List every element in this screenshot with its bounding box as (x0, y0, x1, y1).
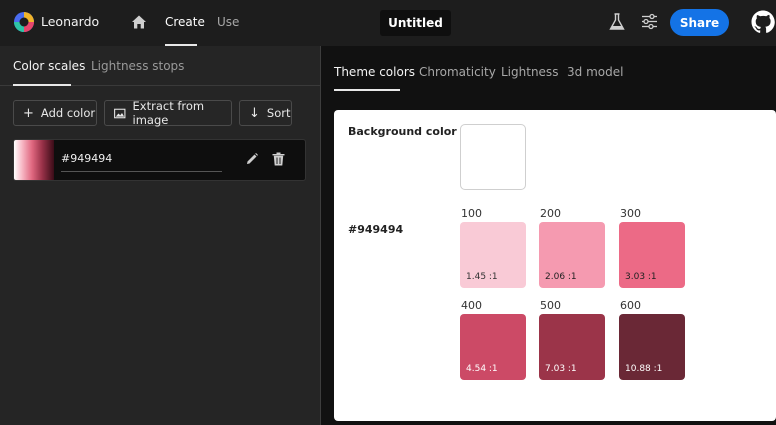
contrast-ratio: 2.06 :1 (545, 272, 577, 282)
pencil-icon[interactable] (245, 152, 259, 166)
sort-button[interactable]: ↓ Sort (239, 100, 292, 126)
color-swatch[interactable]: 7.03 :1 (539, 314, 605, 380)
nav-tab-create[interactable]: Create (165, 15, 205, 29)
top-bar: Leonardo Create Use Untitled Share (0, 0, 776, 46)
leonardo-logo-icon (14, 12, 34, 32)
swatch-step-label: 100 (461, 207, 482, 220)
color-swatch[interactable]: 1.45 :1 (460, 222, 526, 288)
home-icon[interactable] (131, 14, 147, 30)
contrast-ratio: 10.88 :1 (625, 364, 663, 374)
nav-tab-use[interactable]: Use (217, 15, 239, 29)
color-swatch[interactable]: 2.06 :1 (539, 222, 605, 288)
tab-chromaticity[interactable]: Chromaticity (419, 65, 496, 79)
swatch-step-label: 500 (540, 299, 561, 312)
tab-3d-model[interactable]: 3d model (567, 65, 623, 79)
background-color-swatch[interactable] (460, 124, 526, 190)
color-scale-item[interactable]: #949494 (13, 139, 306, 181)
tab-lightness-stops[interactable]: Lightness stops (91, 59, 184, 73)
app-name: Leonardo (41, 14, 100, 29)
contrast-ratio: 7.03 :1 (545, 364, 577, 374)
settings-sliders-icon[interactable] (641, 13, 658, 30)
extract-label: Extract from image (132, 99, 205, 127)
flask-icon[interactable] (609, 13, 625, 31)
color-swatch[interactable]: 3.03 :1 (619, 222, 685, 288)
arrow-down-icon: ↓ (249, 105, 260, 121)
extract-from-image-button[interactable]: Extract from image (104, 99, 232, 127)
color-scale-name[interactable]: #949494 (61, 152, 112, 165)
background-color-label: Background color (348, 125, 457, 138)
image-icon (114, 108, 126, 118)
left-tab-active-indicator (13, 84, 71, 86)
color-name-underline (61, 171, 222, 172)
github-icon[interactable] (751, 10, 775, 34)
trash-icon[interactable] (272, 152, 285, 166)
swatch-step-label: 400 (461, 299, 482, 312)
left-tab-bar: Color scales Lightness stops (0, 46, 320, 86)
add-color-button[interactable]: + Add color (13, 100, 97, 126)
swatch-step-label: 200 (540, 207, 561, 220)
swatch-step-label: 300 (620, 207, 641, 220)
color-scales-panel: Color scales Lightness stops + Add color… (0, 46, 320, 425)
tab-theme-colors[interactable]: Theme colors (334, 65, 415, 79)
theme-colors-card: Background color #949494 100 1.45 :1 200 2.… (334, 110, 776, 421)
add-color-label: Add color (40, 106, 96, 120)
tab-lightness[interactable]: Lightness (501, 65, 558, 79)
color-scale-gradient[interactable] (14, 140, 54, 180)
sort-label: Sort (266, 106, 291, 120)
contrast-ratio: 1.45 :1 (466, 272, 498, 282)
right-tab-active-indicator (334, 89, 400, 91)
tab-color-scales[interactable]: Color scales (13, 59, 85, 73)
color-swatch[interactable]: 10.88 :1 (619, 314, 685, 380)
contrast-ratio: 4.54 :1 (466, 364, 498, 374)
contrast-ratio: 3.03 :1 (625, 272, 657, 282)
share-button[interactable]: Share (670, 9, 729, 36)
swatch-step-label: 600 (620, 299, 641, 312)
key-color-label: #949494 (348, 223, 404, 236)
plus-icon: + (23, 105, 34, 121)
color-swatch[interactable]: 4.54 :1 (460, 314, 526, 380)
document-title[interactable]: Untitled (380, 10, 451, 36)
